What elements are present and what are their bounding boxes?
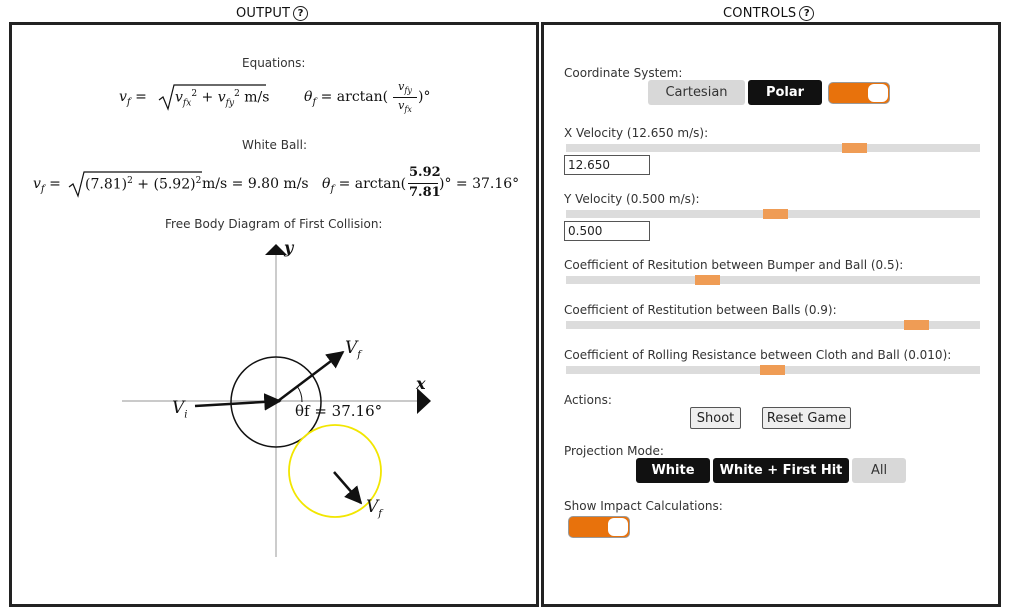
bumper-restitution-thumb[interactable] <box>695 275 720 285</box>
vf2-label: Vf <box>366 497 382 520</box>
output-title: OUTPUT <box>236 5 291 21</box>
vf2-arrow <box>333 471 363 505</box>
x-velocity-thumb[interactable] <box>842 143 867 153</box>
shoot-button[interactable]: Shoot <box>690 407 741 429</box>
projection-white-button[interactable]: White <box>636 458 710 483</box>
x-velocity-input[interactable] <box>564 155 650 175</box>
actions-label: Actions: <box>564 393 612 407</box>
toggle-knob <box>608 518 628 536</box>
y-velocity-input[interactable] <box>564 221 650 241</box>
rolling-resistance-thumb[interactable] <box>760 365 785 375</box>
y-axis-label: y <box>284 238 294 257</box>
balls-restitution-slider[interactable] <box>566 320 980 330</box>
reset-game-button[interactable]: Reset Game <box>762 407 851 429</box>
free-body-diagram <box>122 244 431 557</box>
balls-restitution-label: Coefficient of Restitution between Balls… <box>564 303 837 317</box>
x-velocity-slider[interactable] <box>566 143 980 153</box>
impact-calculations-label: Show Impact Calculations: <box>564 499 723 513</box>
vi-arrow <box>194 393 282 411</box>
y-velocity-slider[interactable] <box>566 209 980 219</box>
impact-calculations-toggle[interactable] <box>568 516 630 538</box>
coordinate-toggle[interactable] <box>828 82 890 104</box>
bumper-restitution-label: Coefficient of Resitution between Bumper… <box>564 258 904 272</box>
vf-label: Vf <box>345 338 361 361</box>
x-velocity-label: X Velocity (12.650 m/s): <box>564 126 709 140</box>
theta-label: θf = 37.16° <box>295 402 383 420</box>
x-axis-label: x <box>416 374 426 393</box>
angle-arc <box>296 385 303 403</box>
rolling-resistance-slider[interactable] <box>566 365 980 375</box>
balls-restitution-thumb[interactable] <box>904 320 929 330</box>
output-panel: Equations: vf = vfx2 + vfy2 m/s θf = arc… <box>9 22 539 607</box>
y-velocity-thumb[interactable] <box>763 209 788 219</box>
controls-header: CONTROLS ? <box>723 4 815 22</box>
projection-white-first-hit-button[interactable]: White + First Hit <box>713 458 849 483</box>
rolling-resistance-label: Coefficient of Rolling Resistance betwee… <box>564 348 952 362</box>
y-velocity-label: Y Velocity (0.500 m/s): <box>564 192 700 206</box>
projection-mode-label: Projection Mode: <box>564 444 664 458</box>
controls-panel: Coordinate System: Cartesian Polar X Vel… <box>541 22 1001 607</box>
help-icon[interactable]: ? <box>799 5 815 21</box>
controls-title: CONTROLS <box>723 5 797 21</box>
vf-arrow <box>277 350 345 402</box>
projection-all-button[interactable]: All <box>852 458 906 483</box>
output-header: OUTPUT ? <box>236 4 309 22</box>
cartesian-button[interactable]: Cartesian <box>648 80 745 105</box>
bumper-restitution-slider[interactable] <box>566 275 980 285</box>
toggle-knob <box>868 84 888 102</box>
help-icon[interactable]: ? <box>293 5 309 21</box>
coordinate-system-label: Coordinate System: <box>564 66 683 80</box>
vi-label: Vi <box>172 398 188 421</box>
polar-button[interactable]: Polar <box>748 80 822 105</box>
